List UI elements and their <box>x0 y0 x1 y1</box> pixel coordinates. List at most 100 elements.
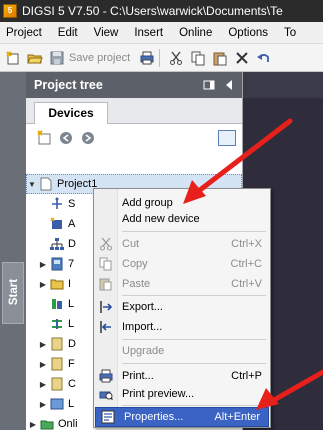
menu-add-new-device[interactable]: Add new device <box>94 209 270 229</box>
menu-separator <box>122 405 266 406</box>
tree-item-label: A <box>68 218 76 230</box>
menu-item-shortcut: Ctrl+P <box>231 370 262 382</box>
title-bar: 5 DIGSI 5 V7.50 - C:\Users\warwick\Docum… <box>0 0 323 22</box>
menu-project[interactable]: Project <box>0 27 50 39</box>
tree-item-label: L <box>68 298 75 310</box>
library-icon <box>50 297 64 311</box>
menu-tools[interactable]: To <box>276 27 304 39</box>
menu-upgrade[interactable]: Upgrade <box>94 341 270 361</box>
collapsed-arrow-icon[interactable]: ▶ <box>38 380 48 389</box>
device-icon <box>50 257 64 271</box>
menu-import[interactable]: Import... <box>94 317 270 337</box>
menu-separator <box>122 363 266 364</box>
menu-edit[interactable]: Edit <box>50 27 86 39</box>
overview-toggle-icon[interactable] <box>218 130 236 146</box>
cut-icon <box>94 234 118 254</box>
tree-item-label: C <box>68 378 76 390</box>
tree-item-label: I <box>68 278 72 290</box>
folder-icon <box>50 277 64 291</box>
menu-item-shortcut: Ctrl+C <box>230 258 262 270</box>
menu-item-label: Print preview... <box>122 388 195 400</box>
export-icon <box>94 297 118 317</box>
back-icon[interactable] <box>58 130 74 146</box>
menu-cut[interactable]: Cut Ctrl+X <box>94 234 270 254</box>
menu-paste[interactable]: Paste Ctrl+V <box>94 274 270 294</box>
print-icon[interactable] <box>138 49 156 67</box>
menu-item-shortcut: Ctrl+V <box>231 278 262 290</box>
import-icon <box>94 317 118 337</box>
expanded-arrow-icon[interactable]: ▼ <box>27 180 37 189</box>
new-project-icon[interactable] <box>4 49 22 67</box>
paste-icon[interactable] <box>211 49 229 67</box>
language-icon <box>50 397 64 411</box>
menu-print[interactable]: Print... Ctrl+P <box>94 366 270 386</box>
tree-item-label: D <box>68 338 76 350</box>
menu-export[interactable]: Export... <box>94 297 270 317</box>
tree-item-label: Onli <box>58 418 78 430</box>
delete-icon[interactable] <box>233 49 251 67</box>
print-icon <box>94 366 118 386</box>
menu-copy[interactable]: Copy Ctrl+C <box>94 254 270 274</box>
devices-tab-bar: Devices <box>26 98 242 125</box>
panel-layout-icon[interactable] <box>202 78 216 92</box>
copy-icon <box>94 254 118 274</box>
menu-online[interactable]: Online <box>171 27 220 39</box>
digsi-logo-icon: 5 <box>3 4 17 18</box>
collapsed-arrow-icon[interactable]: ▶ <box>38 260 48 269</box>
add-device-icon <box>94 209 118 229</box>
menu-properties[interactable]: Properties... Alt+Enter <box>95 407 269 427</box>
link-icon <box>50 317 64 331</box>
tree-item-label: 7 <box>68 258 75 270</box>
menu-separator <box>122 339 266 340</box>
toolbar-separator <box>159 48 161 67</box>
print-preview-icon <box>94 384 118 404</box>
menu-item-label: Properties... <box>124 411 184 423</box>
editor-header <box>243 72 323 98</box>
forward-icon[interactable] <box>80 130 96 146</box>
menu-view[interactable]: View <box>86 27 127 39</box>
menu-bar: Project Edit View Insert Online Options … <box>0 22 323 44</box>
project-tree-title: Project tree <box>34 78 103 92</box>
tree-item-label: Project1 <box>57 178 98 190</box>
properties-icon <box>96 407 120 427</box>
document-icon <box>50 357 64 371</box>
upgrade-icon <box>94 341 118 361</box>
paste-icon <box>94 274 118 294</box>
collapsed-arrow-icon[interactable]: ▶ <box>38 280 48 289</box>
cut-icon[interactable] <box>167 49 185 67</box>
menu-item-label: Add new device <box>122 213 200 225</box>
menu-print-preview[interactable]: Print preview... <box>94 384 270 404</box>
project-tree-toolbar <box>26 124 242 152</box>
menu-item-label: Copy <box>122 258 148 270</box>
undo-icon[interactable] <box>255 49 273 67</box>
start-side-tab[interactable]: Start <box>2 262 24 324</box>
project-tree-header: Project tree <box>26 72 242 98</box>
window-title: DIGSI 5 V7.50 - C:\Users\warwick\Documen… <box>22 4 283 18</box>
new-item-icon[interactable] <box>36 130 52 146</box>
tree-item-label: S <box>68 198 76 210</box>
start-side-tab-label: Start <box>8 278 20 306</box>
tree-item-label: D <box>68 238 76 250</box>
menu-item-label: Cut <box>122 238 140 250</box>
network-icon <box>50 237 64 251</box>
menu-separator <box>122 231 266 232</box>
copy-icon[interactable] <box>189 49 207 67</box>
open-project-icon[interactable] <box>26 49 44 67</box>
collapsed-arrow-icon[interactable]: ▶ <box>38 340 48 349</box>
side-strip: Start <box>0 72 26 430</box>
collapsed-arrow-icon[interactable]: ▶ <box>28 420 38 429</box>
save-project-icon[interactable] <box>48 49 66 67</box>
menu-options[interactable]: Options <box>220 27 276 39</box>
menu-item-label: Paste <box>122 278 151 290</box>
tree-item-label: F <box>68 358 75 370</box>
menu-insert[interactable]: Insert <box>126 27 171 39</box>
collapsed-arrow-icon[interactable]: ▶ <box>38 360 48 369</box>
menu-item-label: Add group <box>122 197 173 209</box>
collapsed-arrow-icon[interactable]: ▶ <box>38 400 48 409</box>
project-file-icon <box>39 177 53 191</box>
menu-item-label: Export... <box>122 301 163 313</box>
save-project-button[interactable]: Save project <box>69 52 130 64</box>
tab-devices[interactable]: Devices <box>34 102 108 125</box>
collapse-panel-icon[interactable] <box>222 78 236 92</box>
document-icon <box>50 337 64 351</box>
